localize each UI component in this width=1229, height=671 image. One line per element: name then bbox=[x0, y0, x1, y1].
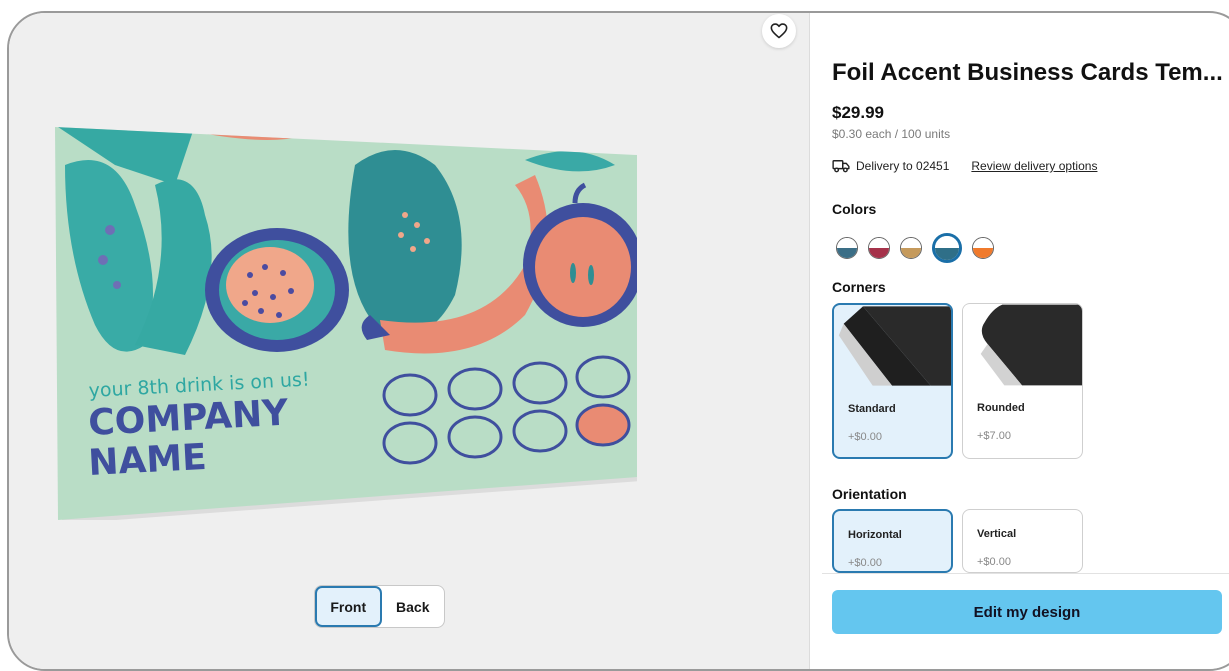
product-options-panel: Foil Accent Business Cards Tem... $29.99… bbox=[822, 13, 1229, 669]
product-title: Foil Accent Business Cards Tem... bbox=[832, 59, 1223, 86]
product-price: $29.99 bbox=[832, 103, 884, 122]
corners-label: Corners bbox=[832, 279, 886, 295]
heart-icon bbox=[770, 23, 788, 39]
back-view-button[interactable]: Back bbox=[382, 586, 445, 627]
color-swatches bbox=[836, 233, 994, 263]
orientation-option-vertical[interactable]: Vertical +$0.00 bbox=[962, 509, 1083, 573]
delivery-text: Delivery to 02451 bbox=[856, 159, 950, 173]
front-view-button[interactable]: Front bbox=[315, 586, 382, 627]
color-swatch[interactable] bbox=[868, 237, 890, 259]
color-swatch-selected[interactable] bbox=[932, 233, 962, 263]
corner-option-name: Rounded bbox=[977, 402, 1025, 414]
edit-design-button[interactable]: Edit my design bbox=[832, 590, 1222, 634]
app-frame: your 8th drink is on us! COMPANY NAME Fr… bbox=[7, 11, 1229, 671]
corner-option-cost: +$7.00 bbox=[977, 430, 1011, 442]
standard-corner-image bbox=[834, 306, 951, 386]
orientation-option-horizontal[interactable]: Horizontal +$0.00 bbox=[832, 509, 953, 573]
delivery-info: Delivery to 02451 Review delivery option… bbox=[832, 159, 1097, 173]
truck-icon bbox=[832, 160, 850, 173]
orientation-option-cost: +$0.00 bbox=[977, 556, 1011, 568]
color-swatch[interactable] bbox=[900, 237, 922, 259]
footer-bar: Edit my design bbox=[822, 573, 1229, 669]
orientation-label: Orientation bbox=[832, 486, 907, 502]
orientation-option-name: Horizontal bbox=[848, 529, 902, 541]
card-company-line2: NAME bbox=[87, 437, 207, 484]
favorite-button[interactable] bbox=[762, 14, 796, 48]
colors-label: Colors bbox=[832, 201, 877, 217]
unit-price: $0.30 each / 100 units bbox=[832, 127, 951, 141]
corner-option-cost: +$0.00 bbox=[848, 431, 882, 443]
orientation-option-name: Vertical bbox=[977, 528, 1017, 540]
corner-option-standard[interactable]: Standard +$0.00 bbox=[832, 303, 953, 459]
view-toggle: Front Back bbox=[314, 585, 445, 628]
color-swatch[interactable] bbox=[836, 237, 858, 259]
rounded-corner-image bbox=[963, 304, 1082, 386]
review-delivery-link[interactable]: Review delivery options bbox=[971, 159, 1097, 173]
color-swatch[interactable] bbox=[972, 237, 994, 259]
corner-option-name: Standard bbox=[848, 403, 896, 415]
product-preview: your 8th drink is on us! COMPANY NAME Fr… bbox=[9, 13, 810, 669]
business-card-preview: your 8th drink is on us! COMPANY NAME bbox=[55, 127, 637, 520]
corner-option-rounded[interactable]: Rounded +$7.00 bbox=[962, 303, 1083, 459]
orientation-option-cost: +$0.00 bbox=[848, 557, 882, 569]
